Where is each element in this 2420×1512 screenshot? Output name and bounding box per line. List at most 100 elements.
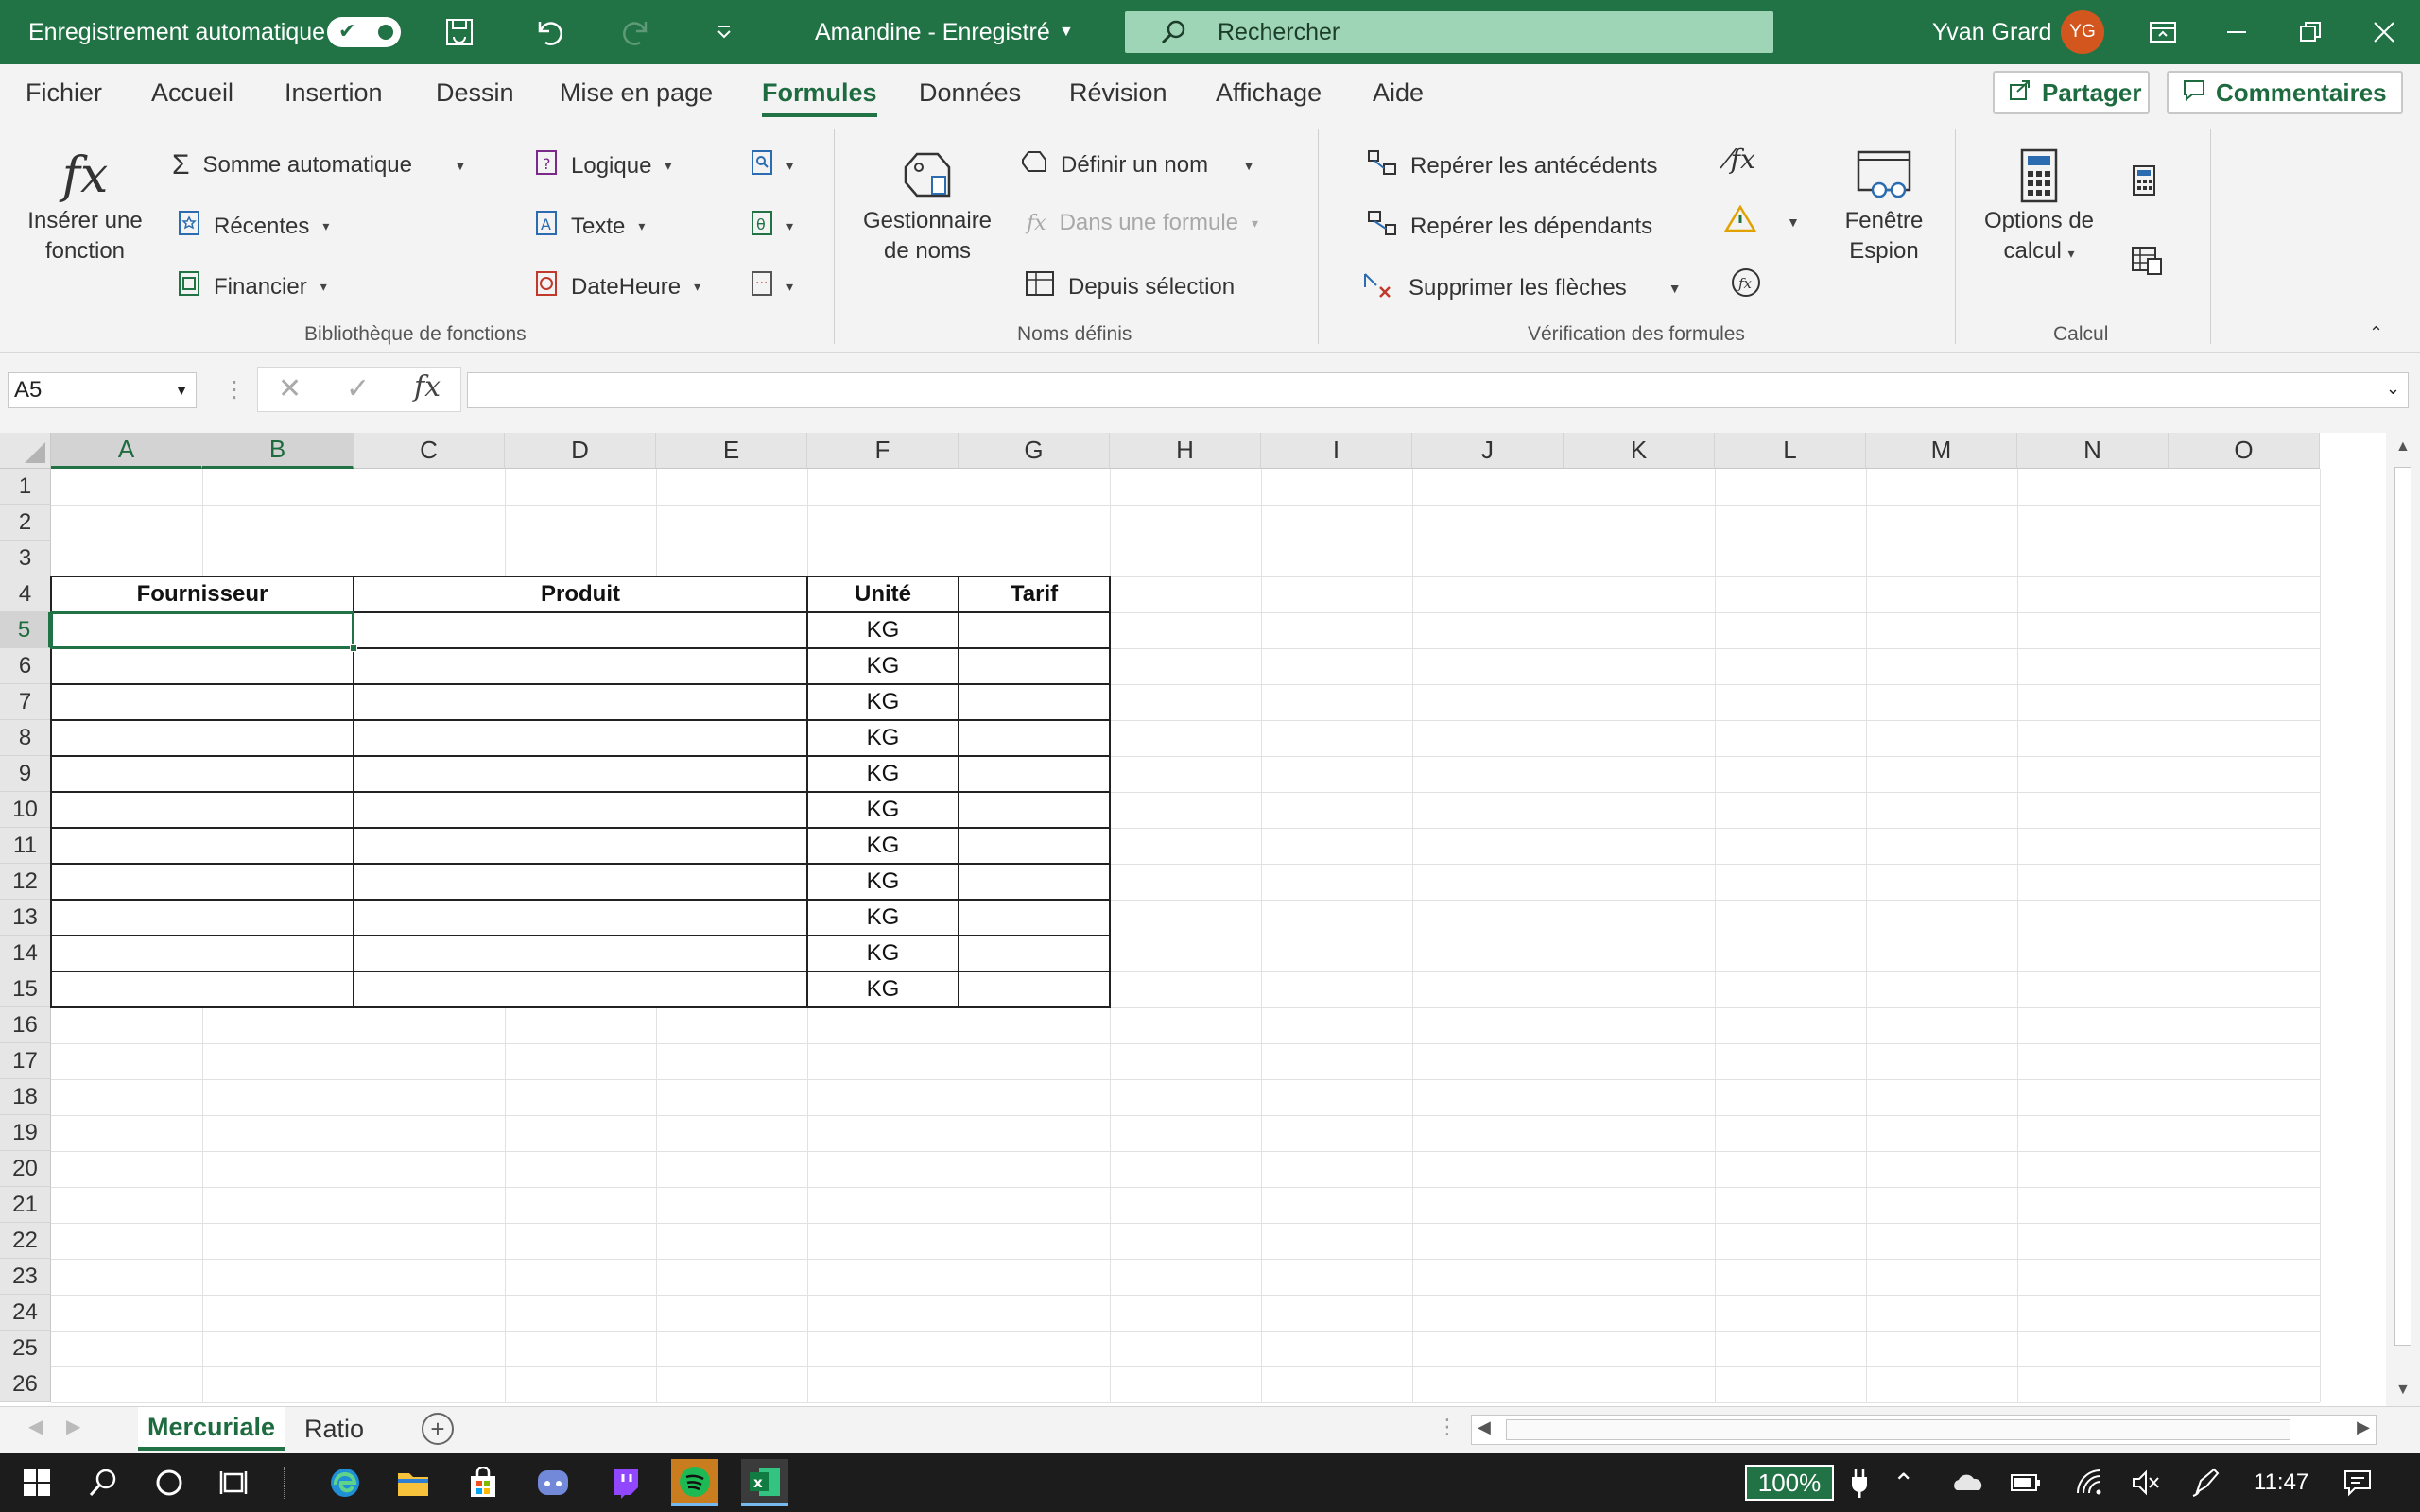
row-header[interactable]: 16 (0, 1007, 51, 1043)
row-header[interactable]: 10 (0, 792, 51, 828)
name-box[interactable]: A5 ▼ (8, 372, 197, 408)
ribbon-display-icon[interactable] (2144, 13, 2182, 51)
unit-cell[interactable]: KG (807, 612, 959, 648)
row-header[interactable]: 17 (0, 1043, 51, 1079)
column-header[interactable]: L (1715, 433, 1866, 469)
sheet-tab-mercuriale[interactable]: Mercuriale (138, 1407, 285, 1451)
spotify-icon[interactable] (671, 1459, 718, 1506)
unit-cell[interactable]: KG (807, 900, 959, 936)
select-all-corner[interactable] (0, 433, 51, 469)
unit-cell[interactable]: KG (807, 864, 959, 900)
enter-icon[interactable]: ✓ (346, 372, 370, 405)
row-header[interactable]: 19 (0, 1115, 51, 1151)
tab-affichage[interactable]: Affichage (1216, 64, 1322, 121)
table-header-price[interactable]: Tarif (959, 576, 1110, 612)
trace-dependents-button[interactable]: Repérer les dépendants (1367, 210, 1652, 243)
expand-formula-icon[interactable]: ⌄ (2386, 379, 2400, 399)
user-name[interactable]: Yvan Grard (1932, 0, 2051, 64)
row-header[interactable]: 23 (0, 1259, 51, 1295)
autosave-toggle[interactable]: ✔ (327, 17, 401, 47)
remove-arrows-button[interactable]: Supprimer les flèches ▼ (1361, 270, 1682, 305)
worksheet-grid[interactable]: ABCDEFGHIJKLMNO 1 2 3 4 5 6 7 8 9 10 11 12 13 14 15 16 1… (0, 433, 2420, 1406)
unit-cell[interactable]: KG (807, 684, 959, 720)
logical-button[interactable]: ? Logique ▾ (535, 149, 671, 182)
column-header[interactable]: M (1866, 433, 2017, 469)
horizontal-scrollbar[interactable]: ◀ ▶ (1471, 1415, 2377, 1445)
from-selection-button[interactable]: Depuis sélection (1025, 270, 1235, 303)
trace-precedents-button[interactable]: Repérer les antécédents (1367, 149, 1658, 182)
wifi-icon[interactable] (2076, 1453, 2104, 1512)
save-icon[interactable] (441, 13, 478, 51)
evaluate-formula-button[interactable]: fx (1730, 266, 1762, 305)
scroll-sheets-right-icon[interactable]: ▶ (66, 1415, 80, 1438)
chevron-down-icon[interactable]: ▼ (175, 383, 188, 398)
recent-button[interactable]: Récentes ▾ (178, 210, 329, 243)
more-functions-button[interactable]: ··· ▾ (751, 270, 793, 303)
row-header[interactable]: 5 (0, 612, 51, 648)
search-icon[interactable] (79, 1459, 127, 1506)
row-header[interactable]: 25 (0, 1331, 51, 1366)
tab-formules[interactable]: Formules (762, 64, 877, 121)
column-header[interactable]: F (807, 433, 959, 469)
column-header[interactable]: H (1110, 433, 1261, 469)
scroll-sheets-left-icon[interactable]: ◀ (28, 1415, 43, 1438)
unit-cell[interactable]: KG (807, 648, 959, 684)
comments-button[interactable]: Commentaires (2167, 71, 2403, 114)
tab-splitter-icon[interactable]: ⋮ (1437, 1415, 1458, 1439)
lookup-button[interactable]: ▾ (751, 149, 793, 182)
column-header[interactable]: O (2169, 433, 2320, 469)
redo-icon[interactable] (618, 13, 656, 51)
tab-revision[interactable]: Révision (1069, 64, 1167, 121)
row-header[interactable]: 9 (0, 756, 51, 792)
column-header[interactable]: C (354, 433, 505, 469)
pen-icon[interactable] (2191, 1453, 2221, 1512)
column-header[interactable]: B (202, 433, 354, 469)
collapse-ribbon-icon[interactable]: ⌃ (2369, 323, 2383, 343)
windows-start-icon[interactable] (13, 1459, 60, 1506)
row-header[interactable]: 8 (0, 720, 51, 756)
tab-donnees[interactable]: Données (919, 64, 1021, 121)
row-header[interactable]: 14 (0, 936, 51, 971)
row-header[interactable]: 15 (0, 971, 51, 1007)
column-header[interactable]: N (2017, 433, 2169, 469)
row-header[interactable]: 18 (0, 1079, 51, 1115)
row-header[interactable]: 24 (0, 1295, 51, 1331)
tab-insertion[interactable]: Insertion (285, 64, 383, 121)
file-explorer-icon[interactable] (389, 1459, 437, 1506)
table-header-supplier[interactable]: Fournisseur (51, 576, 354, 612)
add-sheet-icon[interactable]: + (422, 1413, 454, 1445)
column-header[interactable]: E (656, 433, 807, 469)
close-icon[interactable] (2365, 13, 2403, 51)
edge-icon[interactable] (321, 1459, 369, 1506)
calculate-sheet-button[interactable] (2131, 246, 2163, 283)
math-trig-button[interactable]: θ ▾ (751, 210, 793, 243)
datetime-button[interactable]: DateHeure ▾ (535, 270, 700, 303)
chevron-up-icon[interactable]: ⌃ (1893, 1453, 1914, 1512)
row-header[interactable]: 26 (0, 1366, 51, 1402)
discord-icon[interactable] (529, 1459, 577, 1506)
scroll-down-icon[interactable]: ▼ (2395, 1382, 2411, 1399)
zoom-level[interactable]: 100% (1745, 1465, 1834, 1501)
search-box[interactable]: Rechercher (1125, 11, 1773, 53)
row-header[interactable]: 7 (0, 684, 51, 720)
insert-function-button[interactable]: fx Insérer une fonction (19, 146, 151, 266)
unit-cell[interactable]: KG (807, 792, 959, 828)
autosum-button[interactable]: Σ Somme automatique ▼ (172, 149, 467, 181)
battery-icon[interactable] (2010, 1453, 2042, 1512)
tab-fichier[interactable]: Fichier (26, 64, 102, 121)
row-header[interactable]: 2 (0, 505, 51, 541)
unit-cell[interactable]: KG (807, 720, 959, 756)
table-header-product[interactable]: Produit (354, 576, 807, 612)
unit-cell[interactable]: KG (807, 971, 959, 1007)
customize-qat-icon[interactable] (705, 13, 743, 51)
tab-accueil[interactable]: Accueil (151, 64, 233, 121)
show-formulas-button[interactable]: ⁄fx (1726, 144, 1755, 175)
financial-button[interactable]: Financier ▾ (178, 270, 327, 303)
document-title[interactable]: Amandine - Enregistré (815, 0, 1050, 64)
tab-dessin[interactable]: Dessin (436, 64, 514, 121)
share-button[interactable]: Partager (1993, 71, 2150, 114)
minimize-icon[interactable] (2218, 13, 2256, 51)
fill-handle[interactable] (350, 644, 357, 652)
excel-icon[interactable]: x (741, 1459, 788, 1506)
table-header-unit[interactable]: Unité (807, 576, 959, 612)
